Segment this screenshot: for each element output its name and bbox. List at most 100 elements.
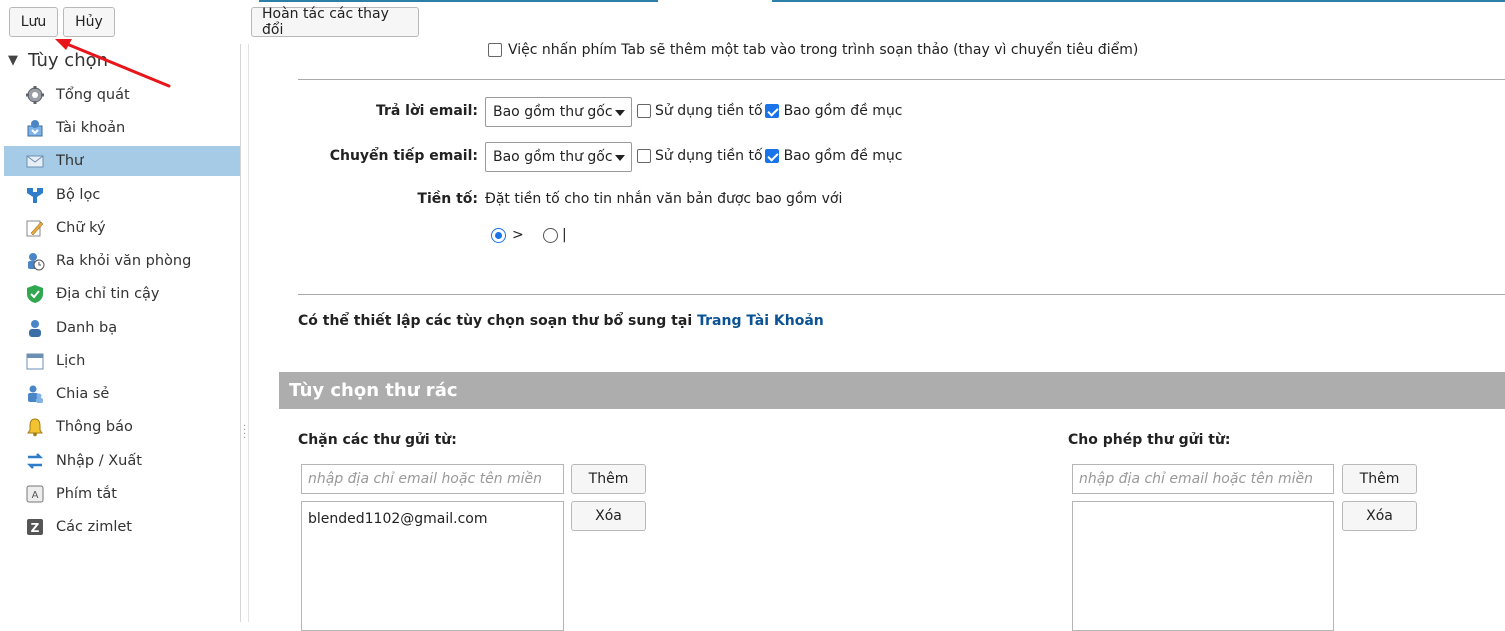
spam-section-title: Tùy chọn thư rác [289, 380, 458, 401]
svg-text:A: A [32, 490, 39, 501]
prefix-pipe-radio[interactable] [543, 227, 558, 243]
sidebar-item-label: Phím tắt [56, 486, 117, 502]
shortcut-icon: A [25, 484, 45, 504]
reply-include-headers-checkbox[interactable] [764, 104, 779, 118]
tab-insert-checkbox[interactable] [488, 43, 502, 57]
blocked-senders-list[interactable]: blended1102@gmail.com [301, 501, 564, 631]
gear-icon [25, 85, 45, 105]
allow-delete-button[interactable]: Xóa [1342, 501, 1417, 531]
divider [298, 79, 1505, 80]
forward-use-prefix-label: Sử dụng tiền tố [655, 148, 763, 164]
divider [298, 294, 1505, 295]
zimlet-icon: Z [25, 517, 45, 537]
save-button[interactable]: Lưu [9, 7, 58, 37]
prefix-pipe-label: | [562, 227, 567, 243]
reply-use-prefix-label: Sử dụng tiền tố [655, 103, 763, 119]
sidebar-item-import-export[interactable]: Nhập / Xuất [4, 446, 240, 476]
sidebar-item-mail[interactable]: Thư [4, 146, 240, 176]
sidebar-item-label: Tổng quát [56, 87, 130, 103]
sidebar-item-zimlets[interactable]: Z Các zimlet [4, 512, 240, 542]
undo-changes-button[interactable]: Hoàn tác các thay đổi [251, 6, 419, 38]
sidebar-item-label: Thư [56, 153, 84, 169]
sidebar-item-filters[interactable]: Bộ lọc [4, 180, 240, 210]
dropdown-arrow-icon [615, 155, 625, 161]
prefix-gt-radio[interactable] [491, 227, 506, 243]
sidebar-item-label: Danh bạ [56, 320, 118, 336]
forward-select-value: Bao gồm thư gốc [493, 149, 613, 165]
block-delete-button[interactable]: Xóa [571, 501, 646, 531]
svg-text:Z: Z [31, 521, 40, 535]
sidebar-item-label: Lịch [56, 353, 86, 369]
sidebar-item-contacts[interactable]: Danh bạ [4, 313, 240, 343]
forward-use-prefix-checkbox[interactable] [637, 149, 651, 163]
sidebar-item-label: Chữ ký [56, 220, 106, 236]
account-page-link[interactable]: Trang Tài Khoản [697, 313, 824, 329]
top-accent-line [772, 0, 1505, 2]
sidebar-item-sharing[interactable]: Chia sẻ [4, 379, 240, 409]
sidebar-item-label: Tài khoản [56, 120, 126, 136]
tab-insert-label: Việc nhấn phím Tab sẽ thêm một tab vào t… [508, 42, 1139, 58]
sidebar-item-label: Địa chỉ tin cậy [56, 286, 160, 302]
pane-splitter[interactable] [241, 44, 249, 622]
sidebar-item-signatures[interactable]: Chữ ký [4, 213, 240, 243]
share-icon [25, 384, 45, 404]
prefix-description: Đặt tiền tố cho tin nhắn văn bản được ba… [485, 191, 843, 207]
sidebar-item-trusted-addresses[interactable]: Địa chỉ tin cậy [4, 279, 240, 309]
tab-insert-option[interactable]: Việc nhấn phím Tab sẽ thêm một tab vào t… [488, 42, 1138, 58]
sidebar-item-label: Ra khỏi văn phòng [56, 253, 192, 269]
sidebar-item-label: Chia sẻ [56, 386, 110, 402]
sidebar-item-accounts[interactable]: Tài khoản [4, 113, 240, 143]
prefix-option-gt[interactable]: > [491, 227, 524, 243]
import-export-icon [25, 451, 45, 471]
allow-address-input[interactable]: nhập địa chỉ email hoặc tên miền [1072, 464, 1334, 494]
forward-select[interactable]: Bao gồm thư gốc [485, 142, 632, 172]
forward-options: Sử dụng tiền tố Bao gồm đề mục [637, 148, 902, 164]
reply-options: Sử dụng tiền tố Bao gồm đề mục [637, 103, 902, 119]
sidebar-item-label: Nhập / Xuất [56, 453, 142, 469]
more-options-text: Có thể thiết lập các tùy chọn soạn thư b… [298, 313, 693, 329]
sidebar-item-label: Bộ lọc [56, 187, 101, 203]
reply-use-prefix-checkbox[interactable] [637, 104, 651, 118]
calendar-icon [25, 351, 45, 371]
block-add-button[interactable]: Thêm [571, 464, 646, 494]
allow-add-button[interactable]: Thêm [1342, 464, 1417, 494]
options-tree-title: Tùy chọn [28, 50, 109, 71]
block-senders-label: Chặn các thư gửi từ: [298, 432, 457, 448]
sidebar-item-label: Thông báo [56, 419, 133, 435]
sidebar-item-notifications[interactable]: Thông báo [4, 412, 240, 442]
cancel-button[interactable]: Hủy [63, 7, 115, 37]
sidebar-item-shortcuts[interactable]: A Phím tắt [4, 479, 240, 509]
reply-label: Trả lời email: [375, 103, 478, 119]
sidebar-item-general[interactable]: Tổng quát [4, 80, 240, 110]
options-tree-header[interactable]: ▼ Tùy chọn [8, 50, 108, 71]
prefix-gt-label: > [512, 227, 524, 243]
more-options-note: Có thể thiết lập các tùy chọn soạn thư b… [298, 313, 824, 329]
forward-include-headers-checkbox[interactable] [764, 149, 779, 163]
reply-select-value: Bao gồm thư gốc [493, 104, 613, 120]
out-of-office-icon [25, 251, 45, 271]
prefix-option-pipe[interactable]: | [543, 227, 567, 243]
top-accent-line [259, 0, 658, 2]
contacts-icon [25, 318, 45, 338]
filter-icon [25, 185, 45, 205]
shield-icon [25, 284, 45, 304]
sidebar-item-out-of-office[interactable]: Ra khỏi văn phòng [4, 246, 240, 276]
forward-label: Chuyển tiếp email: [329, 148, 478, 164]
block-address-input[interactable]: nhập địa chỉ email hoặc tên miền [301, 464, 564, 494]
account-icon [25, 118, 45, 138]
mail-icon [25, 151, 45, 171]
dropdown-arrow-icon [615, 110, 625, 116]
list-item[interactable]: blended1102@gmail.com [302, 502, 563, 536]
allowed-senders-list[interactable] [1072, 501, 1334, 631]
bell-icon [25, 417, 45, 437]
sidebar-item-calendar[interactable]: Lịch [4, 346, 240, 376]
reply-select[interactable]: Bao gồm thư gốc [485, 97, 632, 127]
options-sidebar: ▼ Tùy chọn Tổng quát Tài khoản Thư Bộ lọ… [0, 44, 241, 622]
spam-section-header: Tùy chọn thư rác [279, 372, 1505, 409]
collapse-triangle-icon[interactable]: ▼ [8, 53, 18, 68]
allow-senders-label: Cho phép thư gửi từ: [1068, 432, 1231, 448]
forward-include-headers-label: Bao gồm đề mục [783, 148, 903, 164]
reply-include-headers-label: Bao gồm đề mục [783, 103, 903, 119]
prefix-label: Tiền tố: [417, 191, 478, 207]
splitter-grip[interactable]: · · · · [243, 422, 246, 444]
